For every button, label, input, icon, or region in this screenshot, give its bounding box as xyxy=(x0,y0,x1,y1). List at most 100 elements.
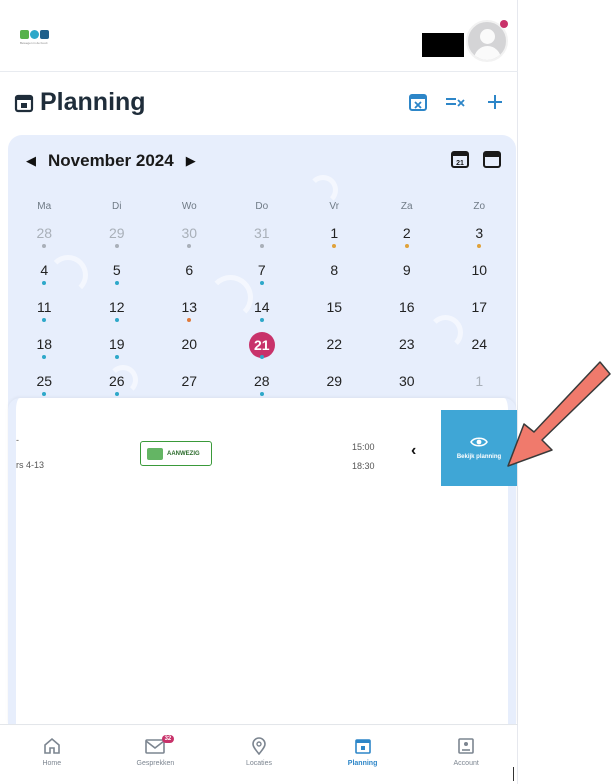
calendar-day[interactable]: 7 xyxy=(226,260,299,297)
calendar-day-today[interactable]: 21 xyxy=(226,332,299,371)
calendar-day[interactable]: 12 xyxy=(81,297,154,334)
event-indicator-dot xyxy=(42,392,47,396)
app-logo[interactable]: Bewegen in de buurt xyxy=(20,30,49,45)
nav-home[interactable]: Home xyxy=(0,725,104,784)
status-badge: AANWEZIG xyxy=(140,441,212,466)
day-number: 16 xyxy=(398,299,415,315)
nav-conversations[interactable]: 32 Gesprekken xyxy=(104,725,208,784)
day-number: 14 xyxy=(253,299,270,315)
day-number: 5 xyxy=(112,262,121,278)
event-indicator-dot xyxy=(187,244,192,248)
calendar-day[interactable]: 6 xyxy=(153,260,226,297)
calendar-day[interactable]: 10 xyxy=(443,260,516,297)
nav-planning[interactable]: Planning xyxy=(311,725,415,784)
calendar-day[interactable]: 15 xyxy=(298,297,371,334)
calendar-day[interactable]: 8 xyxy=(298,260,371,297)
calendar-day[interactable]: 31 xyxy=(226,223,299,260)
calendar-close-icon[interactable] xyxy=(408,92,428,112)
day-number: 30 xyxy=(181,225,198,241)
day-number: 7 xyxy=(257,262,266,278)
bottom-navigation: Home 32 Gesprekken Locaties Planning Acc… xyxy=(0,724,518,784)
weekday-label: Za xyxy=(400,201,413,212)
calendar-day[interactable]: 4 xyxy=(8,260,81,297)
text-cursor xyxy=(513,767,514,781)
eye-icon xyxy=(470,437,488,447)
calendar-day[interactable]: 30 xyxy=(153,223,226,260)
calendar-day[interactable]: 16 xyxy=(371,297,444,334)
row-subtitle: rs 4-13 xyxy=(16,460,45,470)
calendar-day[interactable]: 19 xyxy=(81,334,154,371)
calendar-day[interactable]: 29 xyxy=(81,223,154,260)
month-calendar: ◀ November 2024 ▶ 21 Ma Di Wo Do Vr Za Zo 28 29… xyxy=(8,135,516,415)
day-number: 6 xyxy=(185,262,194,278)
logo-tagline: Bewegen in de buurt xyxy=(20,41,48,45)
weekday-label: Wo xyxy=(181,201,197,212)
start-time: 15:00 xyxy=(352,442,375,452)
home-icon xyxy=(43,737,60,754)
day-number: 1 xyxy=(330,225,339,241)
notification-dot xyxy=(500,20,508,28)
nav-locations-label: Locaties xyxy=(245,760,273,767)
calendar-day[interactable]: 23 xyxy=(371,334,444,371)
weekday-label: Di xyxy=(112,201,122,212)
day-number: 8 xyxy=(330,262,339,278)
day-number: 30 xyxy=(398,373,415,389)
next-month-icon[interactable]: ▶ xyxy=(186,153,196,169)
calendar-month-icon[interactable] xyxy=(482,149,502,169)
calendar-view-toggles: 21 xyxy=(450,149,502,169)
time-range: 15:00 18:30 xyxy=(352,438,375,476)
event-indicator-dot xyxy=(42,281,47,285)
calendar-day[interactable]: 22 xyxy=(298,334,371,371)
day-number: 29 xyxy=(326,373,343,389)
calendar-day[interactable]: 5 xyxy=(81,260,154,297)
day-number: 15 xyxy=(326,299,343,315)
nav-conversations-label: Gesprekken xyxy=(136,760,175,767)
calendar-day[interactable]: 14 xyxy=(226,297,299,334)
calendar-today-icon[interactable]: 21 xyxy=(450,149,470,169)
calendar-day[interactable]: 20 xyxy=(153,334,226,371)
unread-count-badge: 32 xyxy=(161,735,175,743)
nav-account-label: Account xyxy=(453,760,479,767)
event-indicator-dot xyxy=(114,355,119,359)
day-number: 23 xyxy=(398,336,415,352)
calendar-day[interactable]: 2 xyxy=(371,223,444,260)
top-bar: Bewegen in de buurt xyxy=(0,0,518,72)
event-indicator-dot xyxy=(259,318,264,322)
event-indicator-dot xyxy=(114,392,119,396)
calendar-day[interactable]: 3 xyxy=(443,223,516,260)
nav-locations[interactable]: Locaties xyxy=(207,725,311,784)
day-number: 12 xyxy=(108,299,125,315)
day-number: 11 xyxy=(36,299,52,315)
filter-clear-icon[interactable] xyxy=(444,92,466,112)
day-number: 31 xyxy=(253,225,270,241)
calendar-day[interactable]: 28 xyxy=(8,223,81,260)
calendar-day[interactable]: 9 xyxy=(371,260,444,297)
event-indicator-dot xyxy=(42,355,47,359)
event-indicator-dot xyxy=(114,318,119,322)
calendar-day[interactable]: 13 xyxy=(153,297,226,334)
day-number: 2 xyxy=(402,225,411,241)
nav-home-label: Home xyxy=(42,760,62,767)
day-number: 28 xyxy=(36,225,53,241)
app-screen: Bewegen in de buurt Planning ◀ November xyxy=(0,0,518,784)
calendar-day[interactable]: 17 xyxy=(443,297,516,334)
calendar-day[interactable]: 1 xyxy=(298,223,371,260)
view-planning-label: Bekijk planning xyxy=(456,454,502,460)
event-indicator-dot xyxy=(477,244,482,248)
month-navigation: ◀ November 2024 ▶ xyxy=(26,151,196,171)
account-icon xyxy=(458,738,474,754)
end-time: 18:30 xyxy=(352,461,375,471)
chevron-left-icon[interactable]: ‹ xyxy=(411,442,416,460)
previous-month-icon[interactable]: ◀ xyxy=(26,153,36,169)
day-number: 28 xyxy=(253,373,270,389)
day-number: 20 xyxy=(181,336,198,352)
page-title: Planning xyxy=(40,88,146,116)
row-title: - xyxy=(16,435,19,445)
event-indicator-dot xyxy=(332,244,337,248)
day-number: 22 xyxy=(326,336,343,352)
calendar-day[interactable]: 11 xyxy=(8,297,81,334)
calendar-day[interactable]: 18 xyxy=(8,334,81,371)
add-icon[interactable] xyxy=(485,92,505,112)
nav-account[interactable]: Account xyxy=(414,725,518,784)
svg-text:21: 21 xyxy=(456,160,464,167)
